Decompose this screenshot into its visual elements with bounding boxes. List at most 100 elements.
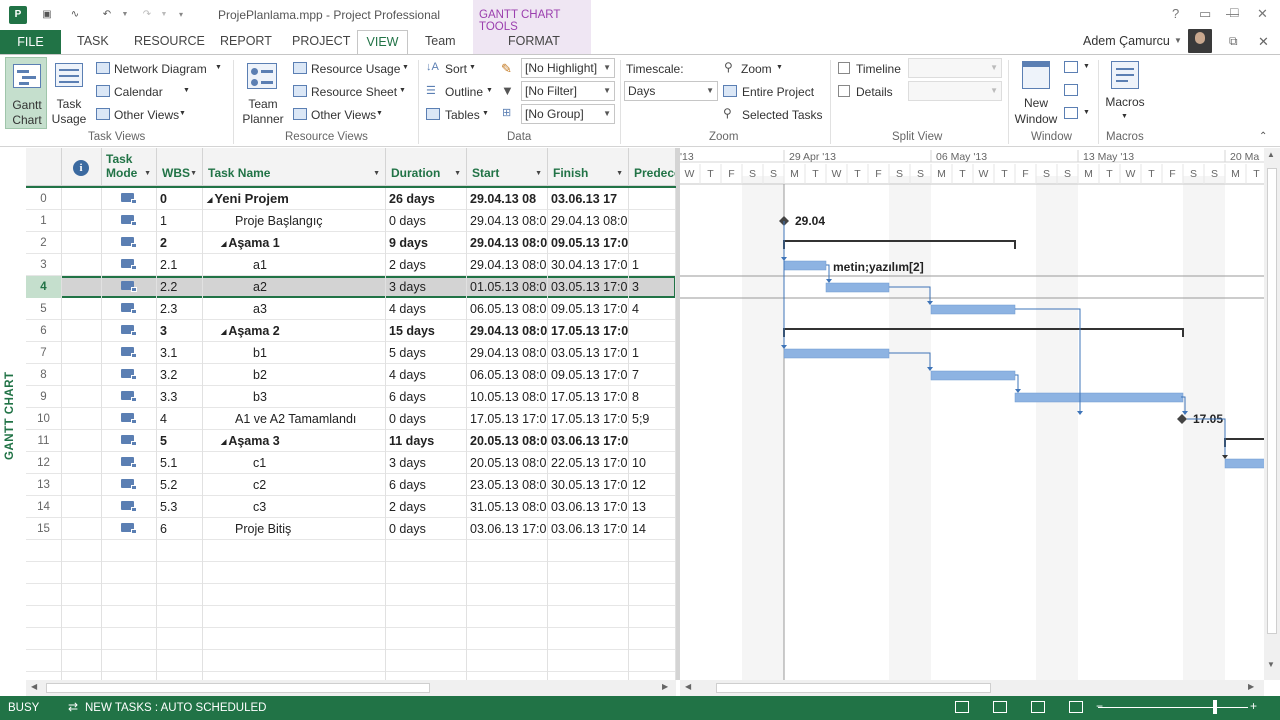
task-mode-cell[interactable] bbox=[102, 386, 157, 408]
start-cell[interactable]: 01.05.13 08:0 bbox=[467, 276, 548, 298]
header-task-name[interactable]: Task Name ▼ bbox=[203, 148, 386, 186]
column-dropdown-icon[interactable]: ▼ bbox=[535, 170, 542, 177]
task-name-cell[interactable] bbox=[203, 562, 386, 584]
save-icon[interactable]: ▣ bbox=[38, 6, 56, 24]
indicator-cell[interactable] bbox=[62, 188, 102, 210]
predecessors-cell[interactable]: 10 bbox=[629, 452, 676, 474]
table-row[interactable]: 7 3.1 b1 5 days 29.04.13 08:0 03.05.13 17:0 1 bbox=[26, 342, 676, 364]
duration-cell[interactable]: 3 days bbox=[386, 452, 467, 474]
indicator-cell[interactable] bbox=[62, 276, 102, 298]
gantt-chart-button[interactable]: Gantt Chart bbox=[5, 57, 47, 129]
zoom-button[interactable]: ⚲ Zoom ▼ bbox=[724, 60, 794, 77]
task-name-cell[interactable]: Proje Bitiş bbox=[203, 518, 386, 540]
header-predecessors[interactable]: Predecessors bbox=[629, 148, 676, 186]
duration-cell[interactable]: 4 days bbox=[386, 364, 467, 386]
wbs-cell[interactable]: 3 bbox=[157, 320, 203, 342]
task-mode-cell[interactable] bbox=[102, 672, 157, 680]
wbs-cell[interactable] bbox=[157, 540, 203, 562]
finish-cell[interactable]: 09.05.13 17:0 bbox=[548, 232, 629, 254]
group-dropdown[interactable]: [No Group] ▼ bbox=[521, 104, 615, 124]
entire-project-button[interactable]: Entire Project bbox=[722, 84, 822, 100]
table-row[interactable]: 3 2.1 a1 2 days 29.04.13 08:0 30.04.13 17:0 1 bbox=[26, 254, 676, 276]
indicator-cell[interactable] bbox=[62, 606, 102, 628]
new-tasks-status[interactable]: NEW TASKS : AUTO SCHEDULED bbox=[85, 702, 266, 714]
table-row[interactable]: 12 5.1 c1 3 days 20.05.13 08:0 22.05.13 17:0 1… bbox=[26, 452, 676, 474]
tab-file[interactable]: FILE bbox=[0, 30, 61, 54]
finish-cell[interactable]: 03.05.13 17:0 bbox=[548, 276, 629, 298]
finish-cell[interactable]: 29.04.13 08:0 bbox=[548, 210, 629, 232]
duration-cell[interactable]: 0 days bbox=[386, 210, 467, 232]
table-row[interactable] bbox=[26, 540, 676, 562]
task-name-cell[interactable] bbox=[203, 606, 386, 628]
finish-cell[interactable] bbox=[548, 672, 629, 680]
table-row[interactable]: 5 2.3 a3 4 days 06.05.13 08:0 09.05.13 17:0 4 bbox=[26, 298, 676, 320]
indicator-cell[interactable] bbox=[62, 540, 102, 562]
wbs-cell[interactable] bbox=[157, 562, 203, 584]
task-mode-cell[interactable] bbox=[102, 298, 157, 320]
indicator-cell[interactable] bbox=[62, 364, 102, 386]
timeline-view-dropdown[interactable]: ▼ bbox=[908, 58, 1002, 78]
zoom-in-icon[interactable]: + bbox=[1250, 699, 1257, 713]
wbs-cell[interactable]: 3.2 bbox=[157, 364, 203, 386]
undo-icon[interactable]: ↶ bbox=[98, 6, 116, 24]
duration-cell[interactable] bbox=[386, 672, 467, 680]
tab-resource[interactable]: RESOURCE bbox=[134, 34, 205, 48]
tab-view[interactable]: VIEW bbox=[357, 30, 408, 55]
outline-button[interactable]: ☰ Outline ▼ bbox=[426, 84, 496, 100]
vertical-scrollbar[interactable]: ▲ ▼ bbox=[1264, 148, 1280, 680]
duration-cell[interactable] bbox=[386, 628, 467, 650]
task-mode-cell[interactable] bbox=[102, 584, 157, 606]
indicator-cell[interactable] bbox=[62, 254, 102, 276]
wbs-cell[interactable]: 2.2 bbox=[157, 276, 203, 298]
tab-task[interactable]: TASK bbox=[77, 34, 109, 48]
task-mode-cell[interactable] bbox=[102, 320, 157, 342]
help-button[interactable]: ? bbox=[1172, 6, 1179, 21]
network-diagram-button[interactable]: Network Diagram ▼ bbox=[95, 61, 225, 77]
wbs-cell[interactable]: 5 bbox=[157, 430, 203, 452]
table-row[interactable]: 11 5 ◢ Aşama 3 11 days 20.05.13 08:0 03.06.13… bbox=[26, 430, 676, 452]
task-name-cell[interactable]: b1 bbox=[203, 342, 386, 364]
tab-report[interactable]: REPORT bbox=[220, 34, 272, 48]
task-name-cell[interactable] bbox=[203, 672, 386, 680]
table-row[interactable] bbox=[26, 672, 676, 680]
start-cell[interactable]: 17.05.13 17:0 bbox=[467, 408, 548, 430]
finish-cell[interactable]: 09.05.13 17:0 bbox=[548, 298, 629, 320]
indicator-cell[interactable] bbox=[62, 452, 102, 474]
task-name-cell[interactable]: c1 bbox=[203, 452, 386, 474]
predecessors-cell[interactable] bbox=[629, 540, 676, 562]
table-row[interactable] bbox=[26, 650, 676, 672]
task-mode-cell[interactable] bbox=[102, 606, 157, 628]
predecessors-cell[interactable]: 1 bbox=[629, 342, 676, 364]
hide-window-icon[interactable] bbox=[1064, 84, 1078, 96]
close-button[interactable]: ✕ bbox=[1257, 6, 1268, 22]
start-cell[interactable] bbox=[467, 628, 548, 650]
predecessors-cell[interactable] bbox=[629, 672, 676, 680]
duration-cell[interactable]: 15 days bbox=[386, 320, 467, 342]
task-mode-cell[interactable] bbox=[102, 188, 157, 210]
start-cell[interactable]: 29.04.13 08:0 bbox=[467, 342, 548, 364]
wbs-cell[interactable]: 6 bbox=[157, 518, 203, 540]
details-checkbox[interactable] bbox=[838, 85, 850, 97]
task-name-cell[interactable]: b2 bbox=[203, 364, 386, 386]
zoom-out-icon[interactable]: − bbox=[1096, 699, 1103, 713]
wbs-cell[interactable]: 2.1 bbox=[157, 254, 203, 276]
task-name-cell[interactable]: c2 bbox=[203, 474, 386, 496]
predecessors-cell[interactable] bbox=[629, 210, 676, 232]
scroll-left-icon[interactable]: ◀ bbox=[31, 682, 37, 691]
duration-cell[interactable]: 9 days bbox=[386, 232, 467, 254]
predecessors-cell[interactable] bbox=[629, 584, 676, 606]
task-name-cell[interactable]: a2 bbox=[203, 276, 386, 298]
task-name-cell[interactable]: ◢ Aşama 2 bbox=[203, 320, 386, 342]
duration-cell[interactable] bbox=[386, 540, 467, 562]
duration-cell[interactable]: 0 days bbox=[386, 518, 467, 540]
team-planner-shortcut-icon[interactable] bbox=[1031, 701, 1045, 713]
predecessors-cell[interactable]: 14 bbox=[629, 518, 676, 540]
restore-window-icon[interactable]: ⧉ bbox=[1229, 34, 1238, 49]
table-row[interactable] bbox=[26, 606, 676, 628]
table-row[interactable] bbox=[26, 628, 676, 650]
redo-dropdown-icon[interactable]: ▼ bbox=[155, 6, 173, 24]
chart-horizontal-scrollbar[interactable]: ◀ ▶ bbox=[680, 680, 1264, 696]
table-row[interactable]: 10 4 A1 ve A2 Tamamlandı 0 days 17.05.13 17:… bbox=[26, 408, 676, 430]
duration-cell[interactable] bbox=[386, 606, 467, 628]
indicator-cell[interactable] bbox=[62, 210, 102, 232]
